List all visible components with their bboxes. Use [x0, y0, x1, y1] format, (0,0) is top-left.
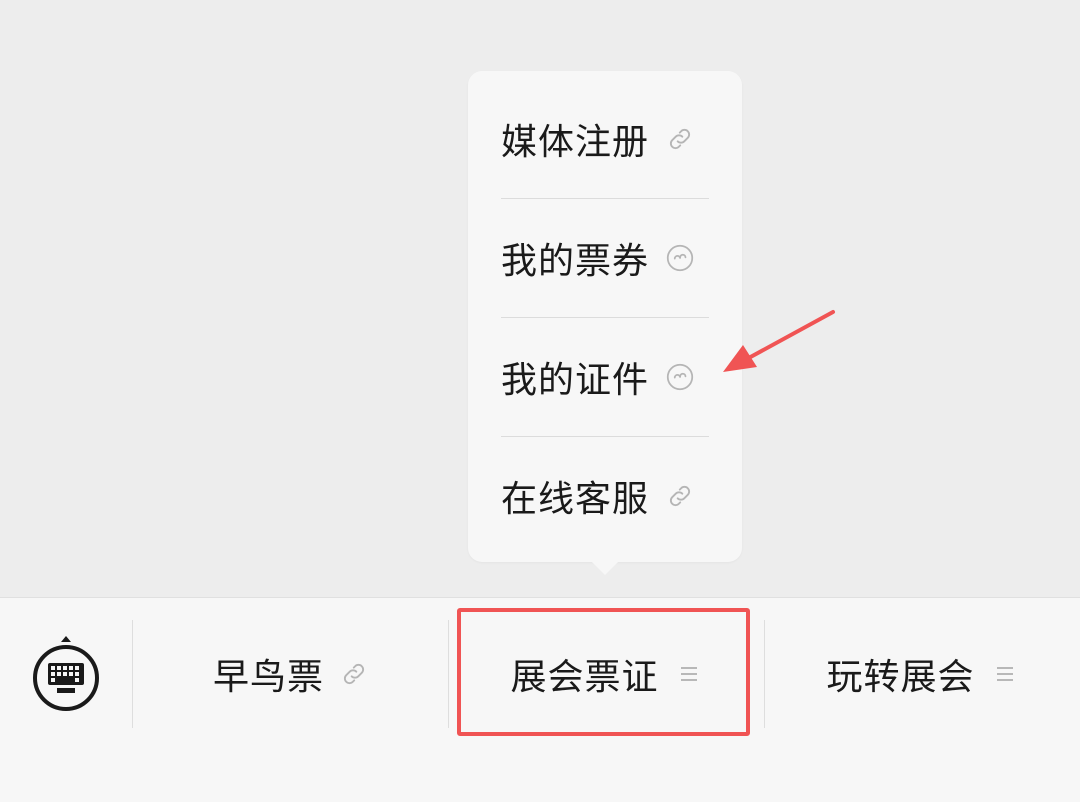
menu-item-my-tickets[interactable]: 我的票券	[501, 198, 709, 317]
menu-icon	[675, 660, 703, 688]
menu-item-label: 在线客服	[501, 478, 650, 520]
keyboard-toggle-button[interactable]	[30, 634, 102, 714]
menu-item-my-credentials[interactable]: 我的证件	[501, 317, 709, 436]
tab-explore-exhibition[interactable]: 玩转展会	[765, 620, 1080, 728]
tab-label: 玩转展会	[826, 657, 975, 698]
tab-label: 展会票证	[510, 657, 659, 698]
mini-program-icon	[665, 243, 695, 273]
link-icon	[665, 481, 695, 511]
tab-early-bird-tickets[interactable]: 早鸟票	[133, 620, 448, 728]
menu-item-online-support[interactable]: 在线客服	[501, 436, 709, 555]
menu-item-label: 媒体注册	[501, 121, 650, 163]
menu-item-label: 我的票券	[501, 240, 650, 282]
menu-icon	[991, 660, 1019, 688]
link-icon	[665, 124, 695, 154]
bottom-menu-bar: 早鸟票 展会票证 玩转展会	[0, 597, 1080, 802]
keyboard-icon	[33, 636, 99, 711]
link-icon	[340, 660, 368, 688]
menu-item-label: 我的证件	[501, 359, 650, 401]
menu-item-media-registration[interactable]: 媒体注册	[501, 79, 709, 198]
submenu-popup: 媒体注册 我的票券 我的证件 在线客服	[468, 71, 742, 562]
tab-exhibition-tickets[interactable]: 展会票证	[449, 620, 764, 728]
tab-label: 早鸟票	[212, 657, 324, 698]
popup-pointer	[591, 561, 619, 575]
chat-screen: 媒体注册 我的票券 我的证件 在线客服 早鸟票 展会票证 玩转展会	[0, 0, 1080, 802]
mini-program-icon	[665, 362, 695, 392]
